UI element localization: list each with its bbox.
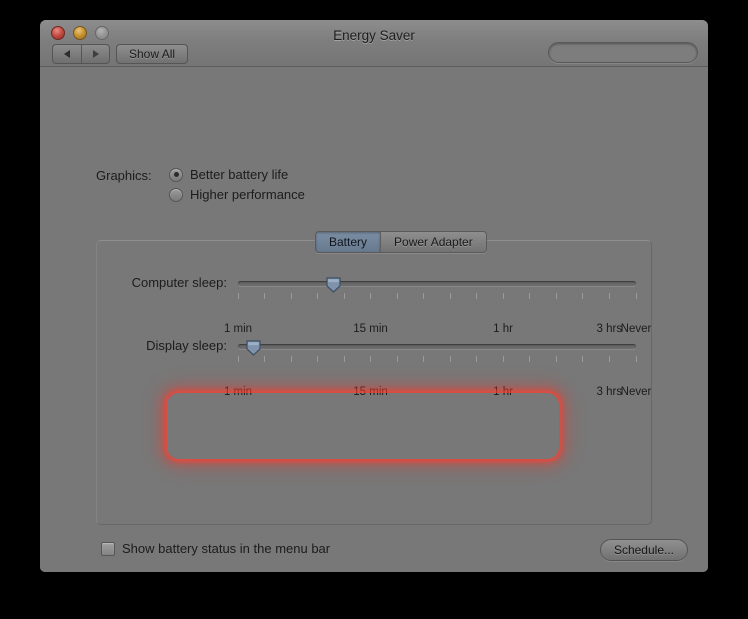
slider-tick: [264, 356, 266, 362]
slider-tick: [317, 293, 319, 299]
slider-tick: [502, 356, 504, 362]
slider-tick-label: 1 hr: [493, 386, 513, 398]
checkbox-label: Show battery status in the menu bar: [122, 541, 331, 556]
slider-tick: [370, 293, 372, 299]
slider-tick: [476, 293, 478, 299]
schedule-button[interactable]: Schedule...: [599, 539, 688, 561]
display-sleep-ticks: 1 min 15 min 1 hr 3 hrs Never: [224, 356, 651, 398]
slider-tick-label: Never: [620, 323, 652, 335]
slider-tick: [529, 356, 531, 362]
radio-button-icon[interactable]: [169, 167, 183, 182]
slider-tick-label: Never: [620, 386, 652, 398]
search-field[interactable]: [548, 42, 708, 63]
radio-higher-performance[interactable]: Higher performance: [169, 187, 305, 202]
slider-tick: [237, 356, 239, 362]
power-settings-panel: Battery Power Adapter Computer sleep: 1 …: [96, 231, 652, 525]
graphics-label: Graphics:: [96, 168, 152, 183]
display-sleep-thumb[interactable]: [245, 339, 262, 356]
radio-label: Better battery life: [190, 167, 289, 182]
computer-sleep-label: Computer sleep:: [131, 275, 227, 290]
slider-tick: [343, 356, 345, 362]
slider-tick: [502, 293, 504, 299]
slider-tick: [449, 356, 451, 362]
forward-button[interactable]: [81, 44, 110, 64]
radio-button-icon[interactable]: [169, 187, 183, 202]
checkbox-show-battery-status[interactable]: Show battery status in the menu bar: [101, 541, 330, 556]
slider-tick: [608, 293, 610, 299]
slider-tick: [343, 293, 345, 299]
slider-tick: [582, 356, 584, 362]
navigation-buttons: [52, 44, 110, 64]
slider-tick-label: 1 min: [223, 323, 253, 335]
show-all-button[interactable]: Show All: [116, 44, 189, 64]
slider-tick: [555, 356, 557, 362]
slider-tick: [423, 293, 425, 299]
tab-bar: Battery Power Adapter: [315, 231, 487, 253]
tab-battery[interactable]: Battery: [316, 232, 381, 252]
slider-tick: [423, 356, 425, 362]
computer-sleep-thumb[interactable]: [325, 276, 342, 293]
slider-tick: [555, 293, 557, 299]
annotation-highlight-glow: [167, 393, 559, 459]
page-title: Energy Saver: [333, 28, 415, 43]
slider-tick: [635, 293, 637, 299]
window-titlebar: Energy Saver Show All: [40, 20, 708, 67]
back-button[interactable]: [52, 44, 81, 64]
slider-tick: [582, 293, 584, 299]
tab-power-adapter[interactable]: Power Adapter: [380, 232, 486, 252]
slider-tick: [635, 356, 637, 362]
slider-tick: [396, 356, 398, 362]
chevron-left-icon: [64, 50, 70, 58]
slider-tick: [290, 293, 292, 299]
slider-tick-label: 15 min: [353, 386, 388, 398]
display-sleep-track[interactable]: [238, 340, 636, 356]
preferences-content: Graphics: Better battery life Higher per…: [40, 67, 708, 572]
computer-sleep-track[interactable]: [238, 277, 636, 293]
slider-tick: [529, 293, 531, 299]
slider-tick: [290, 356, 292, 362]
slider-tick-label: 3 hrs: [596, 323, 623, 335]
slider-tick: [317, 356, 319, 362]
slider-tick: [476, 356, 478, 362]
search-input[interactable]: [560, 46, 708, 59]
chevron-right-icon: [92, 50, 99, 58]
slider-tick: [264, 293, 266, 299]
slider-tick: [608, 356, 610, 362]
slider-tick: [449, 293, 451, 299]
radio-label: Higher performance: [190, 187, 305, 202]
computer-sleep-ticks: 1 min 15 min 1 hr 3 hrs Never: [224, 293, 651, 335]
slider-tick: [237, 293, 239, 299]
display-sleep-label: Display sleep:: [146, 338, 227, 353]
slider-tick-label: 3 hrs: [596, 386, 623, 398]
slider-tick: [396, 293, 398, 299]
radio-better-battery-life[interactable]: Better battery life: [169, 167, 288, 182]
slider-tick-label: 15 min: [353, 323, 388, 335]
slider-tick-label: 1 min: [223, 386, 253, 398]
energy-saver-window: Energy Saver Show All Graphics: Better b…: [40, 20, 708, 572]
checkbox-icon[interactable]: [101, 541, 115, 556]
slider-tick-label: 1 hr: [493, 323, 513, 335]
slider-tick: [370, 356, 372, 362]
